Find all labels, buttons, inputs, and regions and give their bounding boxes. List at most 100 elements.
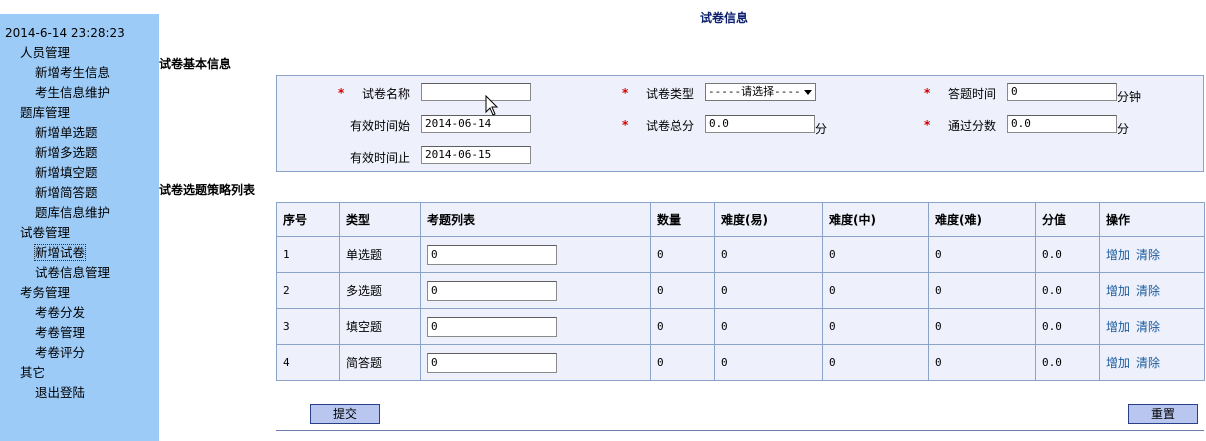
sidebar-item-label: 试卷管理 (20, 225, 71, 240)
total-score-unit: 分 (815, 122, 828, 136)
sidebar-item[interactable]: 新增考生信息 (0, 63, 159, 83)
sidebar-item-label: 人员管理 (20, 45, 71, 60)
total-score-label: 试卷总分 (646, 119, 695, 133)
sidebar-item-label: 退出登陆 (35, 385, 86, 400)
start-date-input[interactable]: 2014-06-14 (421, 115, 531, 133)
col-header-hard: 难度(难) (928, 202, 1036, 237)
row-score: 0.0 (1035, 308, 1100, 345)
sidebar-item[interactable]: 试卷信息管理 (0, 263, 159, 283)
chevron-down-icon (804, 90, 812, 95)
table-row: 1 单选题 0 0 0 0 0 0.0 增加 清除 (276, 236, 1205, 273)
row-score: 0.0 (1035, 344, 1100, 381)
row-hard: 0 (928, 344, 1036, 381)
sidebar-group[interactable]: 其它 (0, 363, 159, 383)
duration-unit: 分钟 (1117, 90, 1142, 104)
add-link[interactable]: 增加 (1106, 284, 1130, 298)
paper-type-label: 试卷类型 (646, 87, 695, 101)
clock: 2014-6-14 23:28:23 (5, 26, 125, 40)
sidebar-item[interactable]: 新增填空题 (0, 163, 159, 183)
duration-input[interactable]: 0 (1007, 83, 1117, 101)
paper-name-input[interactable] (421, 83, 531, 101)
question-list-input[interactable]: 0 (427, 316, 557, 337)
sidebar-item-label: 其它 (20, 365, 46, 380)
add-link[interactable]: 增加 (1106, 248, 1130, 262)
row-mid: 0 (822, 236, 929, 273)
sidebar-nav: 人员管理新增考生信息 考生信息维护题库管理新增单选题新增多选题新增填空题新增简答题… (0, 43, 159, 403)
clear-link[interactable]: 清除 (1136, 356, 1160, 370)
add-link[interactable]: 增加 (1106, 356, 1130, 370)
question-list-input[interactable]: 0 (427, 352, 557, 373)
sidebar-group[interactable]: 人员管理 (0, 43, 159, 63)
sidebar-item-label: 题库管理 (20, 105, 71, 120)
row-no: 4 (276, 344, 340, 381)
row-easy: 0 (714, 344, 823, 381)
sidebar-item[interactable]: 题库信息维护 (0, 203, 159, 223)
row-count: 0 (650, 272, 715, 309)
sidebar-item[interactable]: 新增多选题 (0, 143, 159, 163)
sidebar-item-label: 考卷分发 (35, 305, 86, 320)
sidebar-group[interactable]: 考务管理 (0, 283, 159, 303)
basic-section-title: 试卷基本信息 (159, 57, 232, 71)
clear-link[interactable]: 清除 (1136, 248, 1160, 262)
sidebar-item[interactable]: 退出登陆 (0, 383, 159, 403)
row-type: 填空题 (339, 308, 421, 345)
sidebar-item[interactable]: 考卷分发 (0, 303, 159, 323)
sidebar-item-label: 题库信息维护 (35, 205, 111, 220)
row-hard: 0 (928, 272, 1036, 309)
sidebar-item[interactable]: 考生信息维护 (0, 83, 159, 103)
sidebar-item[interactable]: 考卷管理 (0, 323, 159, 343)
page-title: 试卷信息 (700, 11, 749, 25)
sidebar-item-label: 考卷评分 (35, 345, 86, 360)
sidebar-item-label: 新增多选题 (35, 145, 98, 160)
row-count: 0 (650, 308, 715, 345)
sidebar-item[interactable]: 新增试卷 (0, 243, 159, 263)
mouse-cursor-icon (485, 95, 499, 116)
row-count: 0 (650, 236, 715, 273)
paper-type-select[interactable]: -----请选择---- (705, 83, 816, 101)
row-count: 0 (650, 344, 715, 381)
sidebar-item-label: 新增试卷 (33, 244, 87, 261)
sidebar-item[interactable]: 新增简答题 (0, 183, 159, 203)
row-actions: 增加 清除 (1099, 272, 1205, 309)
pass-score-input[interactable]: 0.0 (1007, 115, 1117, 133)
strategy-section-title: 试卷选题策略列表 (159, 183, 256, 197)
duration-label: 答题时间 (948, 87, 997, 101)
sidebar-item[interactable]: 新增单选题 (0, 123, 159, 143)
required-mark: * (622, 118, 629, 132)
end-date-input[interactable]: 2014-06-15 (421, 146, 531, 164)
submit-button[interactable]: 提交 (310, 404, 380, 424)
row-list-cell: 0 (420, 272, 651, 309)
paper-type-value: -----请选择---- (708, 85, 801, 98)
sidebar-group[interactable]: 题库管理 (0, 103, 159, 123)
reset-button[interactable]: 重置 (1128, 404, 1198, 424)
question-list-input[interactable]: 0 (427, 244, 557, 265)
col-header-score: 分值 (1035, 202, 1100, 237)
col-header-count: 数量 (650, 202, 715, 237)
sidebar-item-label: 考务管理 (20, 285, 71, 300)
table-row: 3 填空题 0 0 0 0 0 0.0 增加 清除 (276, 308, 1205, 345)
add-link[interactable]: 增加 (1106, 320, 1130, 334)
row-mid: 0 (822, 272, 929, 309)
row-type: 单选题 (339, 236, 421, 273)
basic-info-panel: * 试卷名称 * 试卷类型 -----请选择---- * 答题时间 0 分钟 有… (276, 75, 1204, 172)
question-list-input[interactable]: 0 (427, 280, 557, 301)
row-mid: 0 (822, 344, 929, 381)
pass-score-label: 通过分数 (948, 119, 997, 133)
paper-name-label: 试卷名称 (362, 87, 411, 101)
pass-score-unit: 分 (1117, 122, 1130, 136)
sidebar-item[interactable]: 考卷评分 (0, 343, 159, 363)
clear-link[interactable]: 清除 (1136, 320, 1160, 334)
end-date-label: 有效时间止 (350, 151, 411, 165)
row-type: 多选题 (339, 272, 421, 309)
row-no: 3 (276, 308, 340, 345)
required-mark: * (924, 118, 931, 132)
row-hard: 0 (928, 308, 1036, 345)
sidebar-item-label: 新增填空题 (35, 165, 98, 180)
row-no: 1 (276, 236, 340, 273)
sidebar-group[interactable]: 试卷管理 (0, 223, 159, 243)
clear-link[interactable]: 清除 (1136, 284, 1160, 298)
total-score-input[interactable]: 0.0 (705, 115, 815, 133)
row-actions: 增加 清除 (1099, 236, 1205, 273)
row-actions: 增加 清除 (1099, 308, 1205, 345)
table-header-row: 序号 类型 考题列表 数量 难度(易) 难度(中) 难度(难) 分值 操作 (276, 202, 1205, 237)
